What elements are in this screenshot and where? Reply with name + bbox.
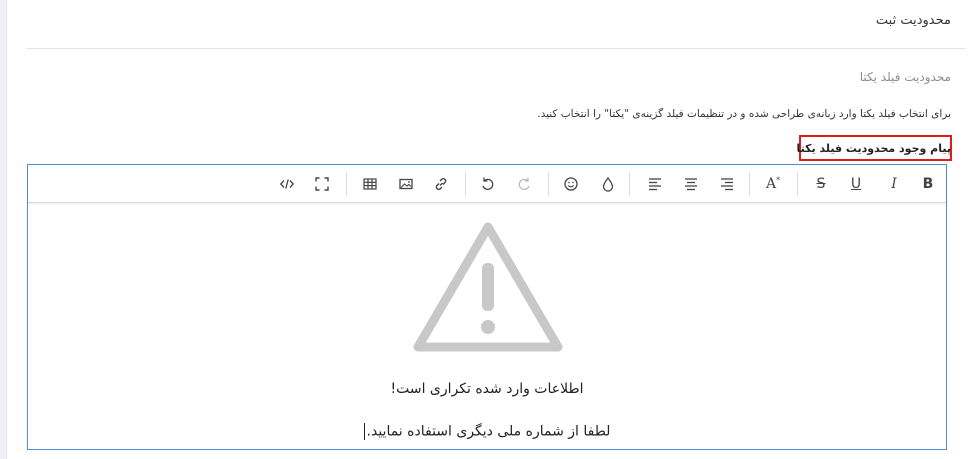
- help-text: برای انتخاب فیلد یکتا وارد زبانه‌ی طراحی…: [537, 108, 951, 120]
- bold-glyph: B: [922, 176, 934, 192]
- content-line-2: لطفا از شماره ملی دیگری استفاده نمایید.: [28, 423, 946, 440]
- link-icon[interactable]: [431, 174, 451, 194]
- message-label: پیام وجود محدودیت فیلد یکتا: [796, 142, 951, 155]
- toolbar-separator: [346, 172, 347, 196]
- align-right-icon[interactable]: [717, 174, 737, 194]
- redo-icon[interactable]: [514, 174, 534, 194]
- fullscreen-icon[interactable]: [312, 174, 332, 194]
- strikethrough-icon[interactable]: S: [811, 174, 831, 194]
- underline-icon[interactable]: U: [846, 174, 866, 194]
- section-title: محدودیت ثبت: [875, 13, 951, 28]
- font-size-icon[interactable]: A *: [763, 174, 783, 194]
- editor-toolbar: B I U S A *: [28, 165, 946, 203]
- align-center-icon[interactable]: [681, 174, 701, 194]
- content-line-2-text: لطفا از شماره ملی دیگری استفاده نمایید.: [366, 423, 611, 440]
- text-caret: [363, 423, 365, 440]
- font-size-glyph: A: [765, 176, 777, 192]
- toolbar-separator: [749, 172, 750, 196]
- bold-icon[interactable]: B: [918, 174, 938, 194]
- rich-text-editor[interactable]: B I U S A * اطلاعات وارد شده تکراری است!…: [27, 164, 947, 450]
- toolbar-separator: [629, 172, 630, 196]
- divider: [27, 48, 965, 49]
- italic-icon[interactable]: I: [884, 174, 904, 194]
- underline-glyph: U: [850, 176, 862, 192]
- content-line-1: اطلاعات وارد شده تکراری است!: [390, 381, 584, 397]
- color-drop-icon[interactable]: [598, 174, 618, 194]
- settings-card: محدودیت ثبت محدودیت فیلد یکتا برای انتخا…: [6, 0, 974, 459]
- align-left-icon[interactable]: [645, 174, 665, 194]
- font-size-star: *: [776, 175, 781, 185]
- code-view-icon[interactable]: [277, 174, 297, 194]
- field-title: محدودیت فیلد یکتا: [859, 70, 951, 84]
- editor-content[interactable]: اطلاعات وارد شده تکراری است! لطفا از شما…: [28, 203, 946, 449]
- undo-icon[interactable]: [478, 174, 498, 194]
- strike-glyph: S: [816, 176, 826, 192]
- table-icon[interactable]: [360, 174, 380, 194]
- toolbar-separator: [465, 172, 466, 196]
- warning-icon: [413, 222, 563, 352]
- toolbar-separator: [797, 172, 798, 196]
- emoji-icon[interactable]: [561, 174, 581, 194]
- image-icon[interactable]: [396, 174, 416, 194]
- italic-glyph: I: [891, 176, 897, 192]
- toolbar-separator: [548, 172, 549, 196]
